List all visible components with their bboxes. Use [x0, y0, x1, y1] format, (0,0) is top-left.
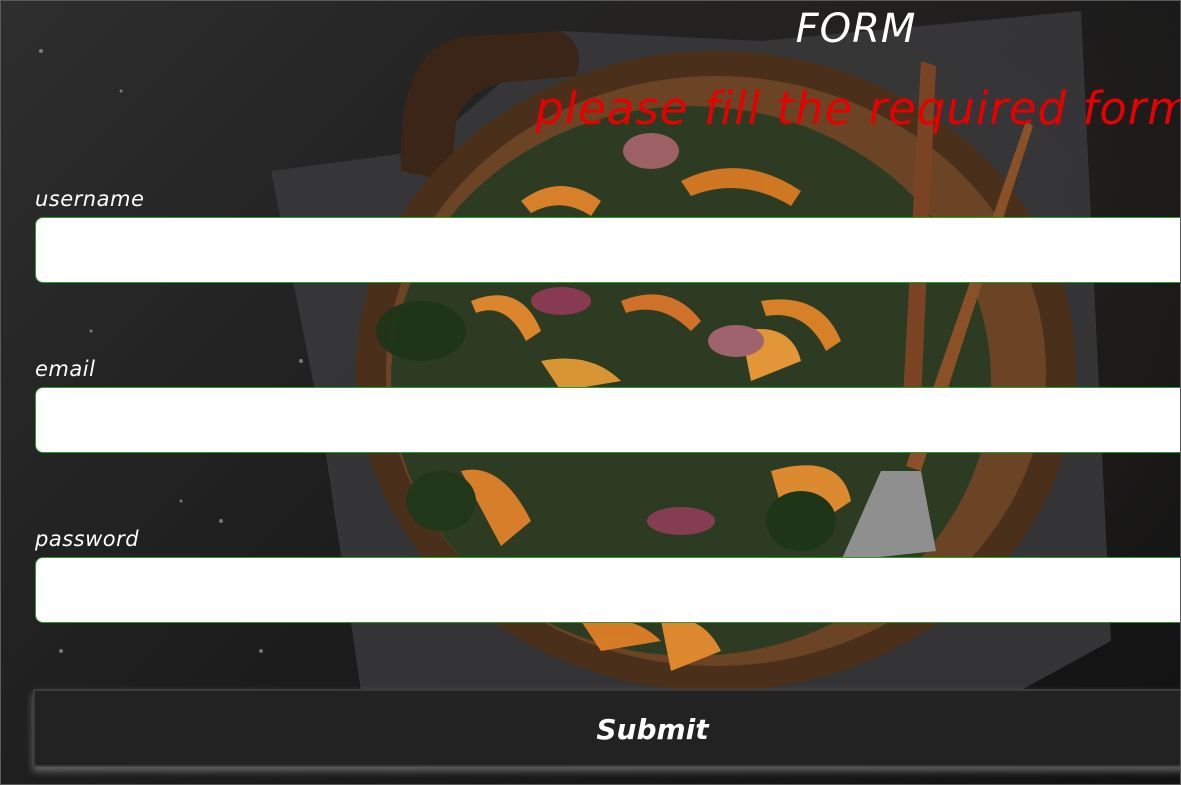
required-notice: please fill the required form.	[535, 82, 1181, 135]
form-title: FORM	[795, 6, 917, 52]
username-input[interactable]	[35, 217, 1180, 283]
submit-button[interactable]: Submit	[33, 689, 1180, 767]
username-label: username	[35, 187, 145, 211]
password-label: password	[35, 527, 140, 551]
email-input[interactable]	[35, 387, 1180, 453]
email-label: email	[35, 357, 96, 381]
password-input[interactable]	[35, 557, 1180, 623]
form-page: FORM please fill the required form. user…	[0, 0, 1181, 785]
